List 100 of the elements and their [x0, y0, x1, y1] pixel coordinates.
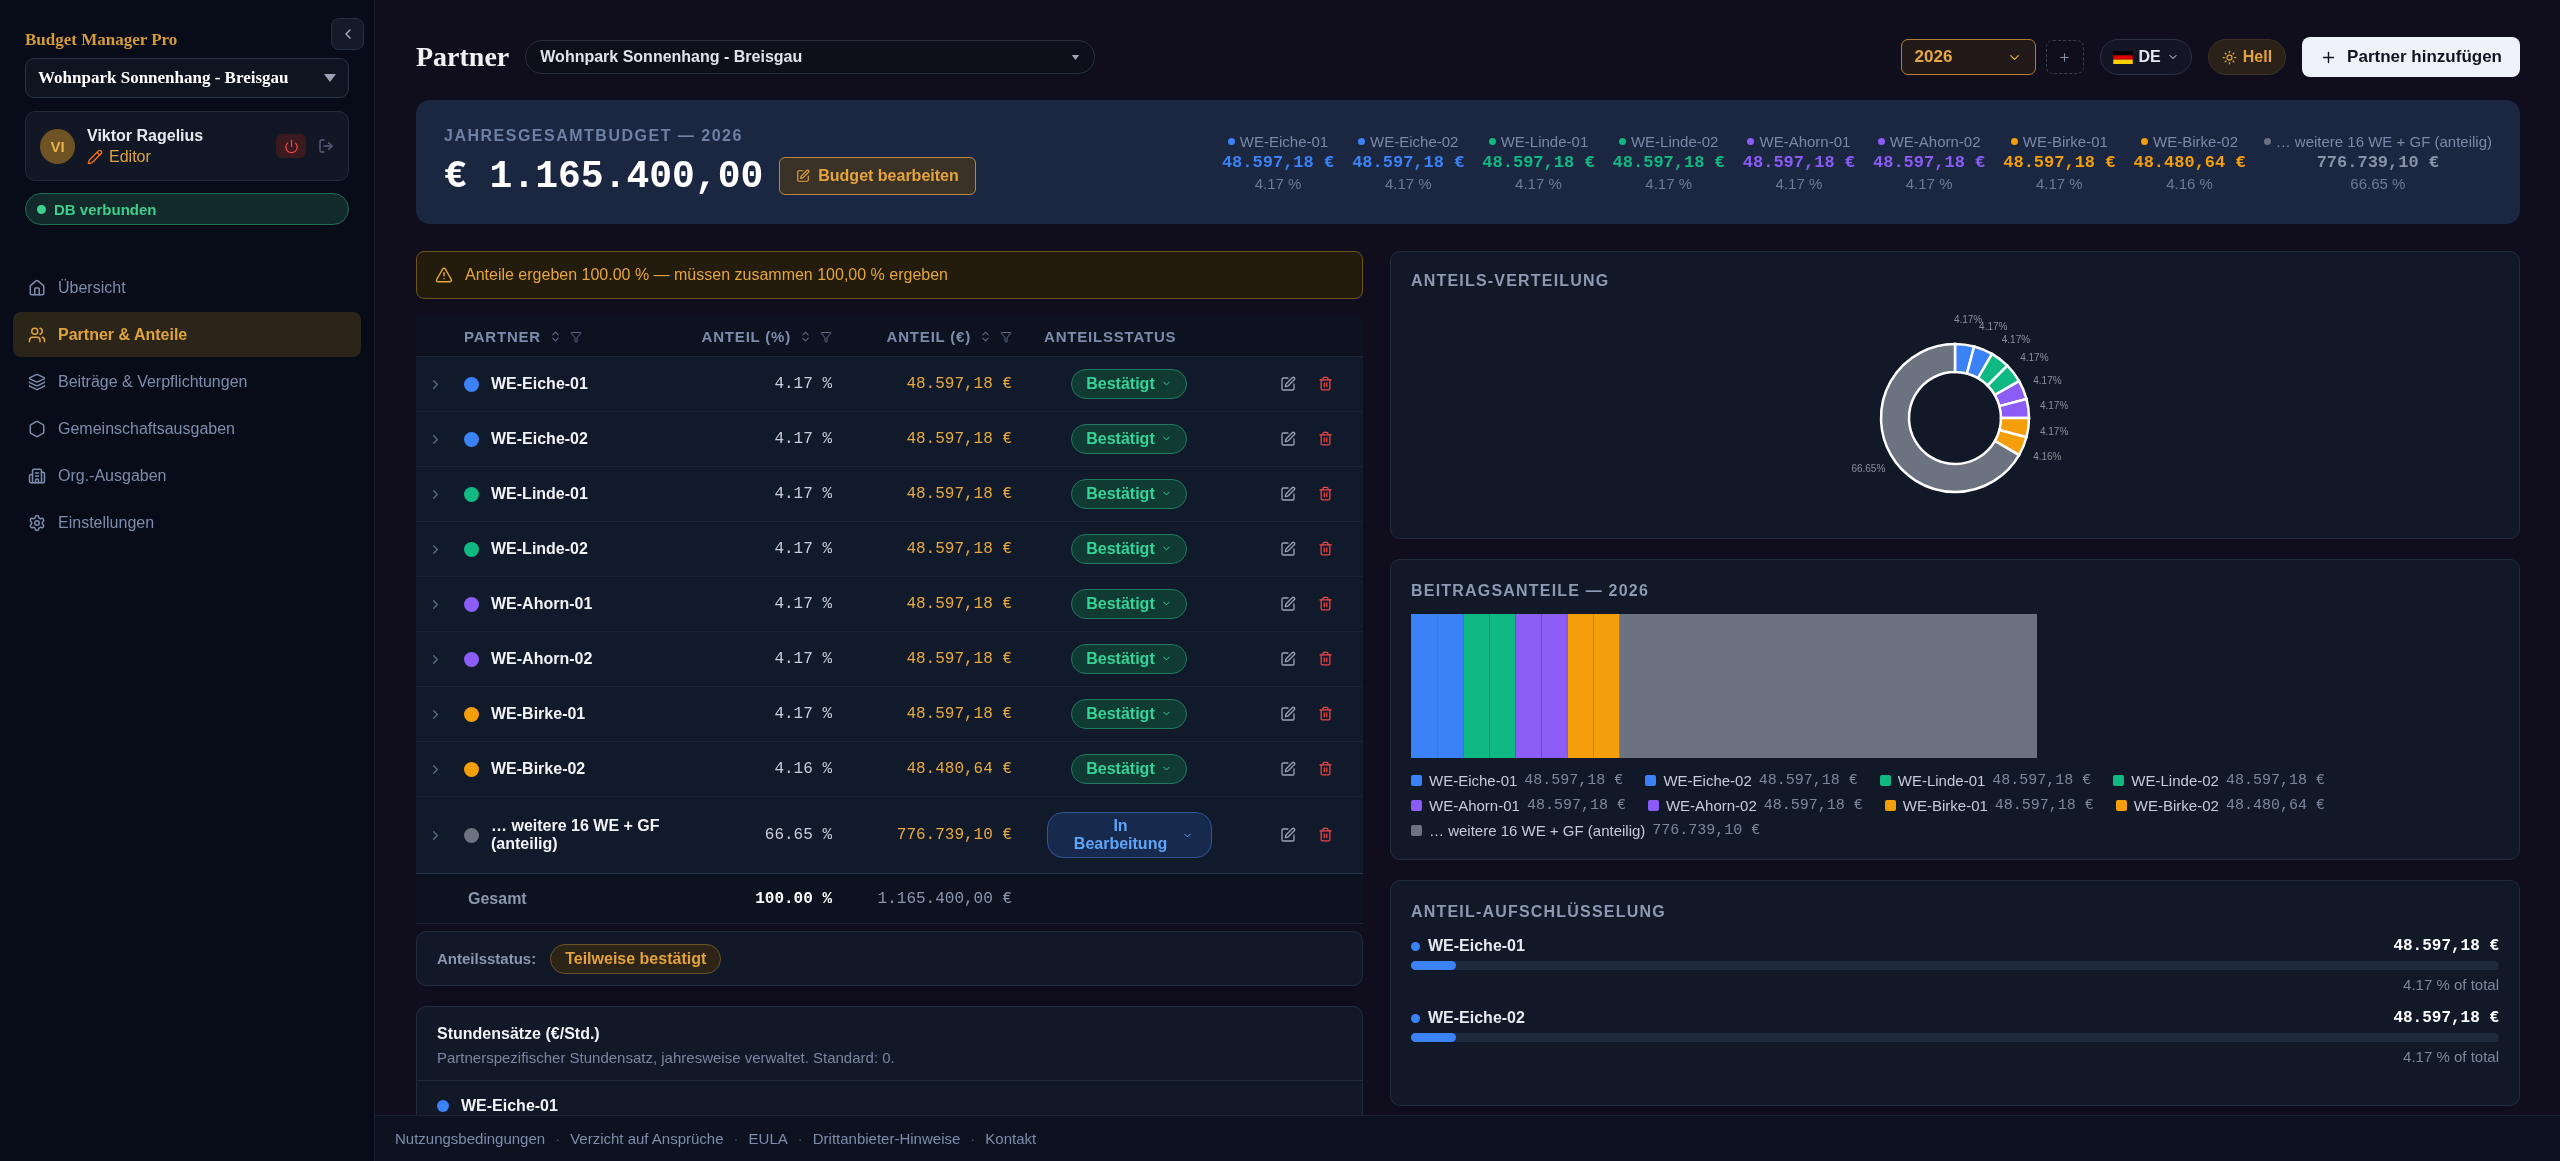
legend-amount: 48.597,18 € — [1524, 772, 1624, 789]
delete-icon[interactable] — [1318, 376, 1333, 391]
delete-icon[interactable] — [1318, 827, 1333, 842]
column-header: ANTEILSSTATUS — [1044, 328, 1177, 345]
sort-icon[interactable] — [979, 330, 992, 343]
share-percent: 4.17 % — [773, 485, 833, 503]
partner-name: WE-Eiche-01 — [461, 1097, 558, 1115]
edit-icon[interactable] — [1280, 706, 1296, 722]
status-dropdown[interactable]: Bestätigt — [1071, 588, 1187, 620]
project-select[interactable]: Wohnpark Sonnenhang - Breisgau — [25, 58, 349, 98]
power-button[interactable] — [276, 134, 306, 158]
hexagon-icon — [28, 419, 46, 438]
language-select[interactable]: DE — [2099, 39, 2192, 75]
footer-link[interactable]: Verzicht auf Ansprüche — [570, 1130, 724, 1147]
theme-toggle-button[interactable]: Hell — [2207, 39, 2287, 75]
add-partner-button[interactable]: Partner hinzufügen — [2302, 37, 2520, 77]
partner-name: WE-Ahorn-01 — [491, 595, 593, 613]
status-dropdown[interactable]: Bestätigt — [1071, 478, 1187, 510]
partner-name: WE-Eiche-02 — [491, 430, 588, 448]
legend-label: WE-Ahorn-02 — [1665, 797, 1757, 814]
slice-label: 4.17% — [2001, 333, 2031, 345]
status-dropdown[interactable]: In Bearbeitung — [1046, 811, 1212, 859]
partner-name: WE-Birke-01 — [2010, 132, 2108, 150]
partner-percent: 4.17 % — [1905, 174, 1953, 192]
status-dropdown[interactable]: Bestätigt — [1071, 753, 1187, 785]
delete-icon[interactable] — [1318, 596, 1333, 611]
share-amount: 48.597,18 € — [905, 485, 1013, 503]
partner-amount: 48.597,18 € — [1612, 152, 1725, 172]
filter-icon[interactable] — [820, 330, 832, 343]
edit-budget-button[interactable]: Budget bearbeiten — [779, 157, 976, 195]
share-amount: 48.597,18 € — [905, 595, 1013, 613]
nav-item[interactable]: Partner & Anteile — [13, 312, 361, 357]
share-percent: 4.16 % — [773, 760, 833, 778]
edit-icon[interactable] — [1280, 541, 1296, 557]
legend-label: WE-Eiche-01 — [1429, 772, 1518, 789]
nav-item[interactable]: Einstellungen — [13, 500, 361, 545]
logout-icon[interactable] — [318, 138, 334, 154]
sort-icon[interactable] — [549, 330, 562, 343]
share-amount: 48.597,18 € — [905, 430, 1013, 448]
app-title: Budget Manager Pro — [25, 30, 178, 50]
delete-icon[interactable] — [1318, 706, 1333, 721]
status-dropdown[interactable]: Bestätigt — [1071, 368, 1187, 400]
user-name: Viktor Ragelius — [87, 126, 205, 145]
legend-label: WE-Ahorn-01 — [1429, 797, 1520, 814]
status-dropdown[interactable]: Bestätigt — [1071, 643, 1187, 675]
warning-text: Anteile ergeben 100.00 % — müssen zusammen 100,00 % ergeben — [465, 266, 948, 284]
share-percent: 4.17 % — [773, 650, 833, 668]
sort-icon[interactable] — [799, 330, 812, 343]
partner-amount: 776.739,10 € — [2316, 152, 2440, 172]
edit-icon[interactable] — [1280, 651, 1296, 667]
edit-icon[interactable] — [1280, 596, 1296, 612]
partner-amount: 48.480,64 € — [2133, 152, 2246, 172]
partner-amount: 48.597,18 € — [1482, 152, 1595, 172]
partner-name: WE-Linde-02 — [491, 540, 588, 558]
caret-icon — [324, 74, 336, 82]
edit-icon[interactable] — [1280, 761, 1296, 777]
card-title: BEITRAGSANTEILE — 2026 — [1411, 582, 1650, 600]
budget-label: JAHRESGESAMTBUDGET — 2026 — [444, 126, 744, 145]
status-dropdown[interactable]: Bestätigt — [1071, 533, 1187, 565]
legend-label: … weitere 16 WE + GF (anteilig) — [1429, 822, 1646, 839]
separator-dot: · — [797, 1130, 803, 1147]
status-dropdown[interactable]: Bestätigt — [1071, 698, 1187, 730]
slice-label: 4.17% — [2033, 374, 2062, 386]
partner-name: WE-Eiche-02 — [1358, 132, 1459, 150]
project-select[interactable]: Wohnpark Sonnenhang - Breisgau — [525, 40, 1096, 74]
delete-icon[interactable] — [1318, 651, 1333, 666]
edit-icon[interactable] — [1280, 431, 1296, 447]
year-select[interactable]: 2026 — [1900, 39, 2036, 75]
footer-link[interactable]: EULA — [748, 1130, 788, 1147]
slice-label: 4.17% — [2039, 426, 2069, 438]
share-amount: 48.480,64 € — [905, 760, 1013, 778]
partner-amount: 48.597,18 € — [2393, 937, 2499, 955]
buildings-icon — [28, 466, 46, 485]
delete-icon[interactable] — [1318, 431, 1333, 446]
share-amount: 776.739,10 € — [895, 826, 1013, 844]
partner-amount: 48.597,18 € — [1873, 152, 1986, 172]
delete-icon[interactable] — [1318, 541, 1333, 556]
legend-label: WE-Birke-02 — [2133, 797, 2219, 814]
total-percent: 100.00 % — [754, 889, 833, 908]
filter-icon[interactable] — [570, 330, 582, 343]
delete-icon[interactable] — [1318, 761, 1333, 776]
filter-icon[interactable] — [1000, 330, 1012, 343]
partner-name: WE-Linde-01 — [491, 485, 588, 503]
status-dropdown[interactable]: Bestätigt — [1071, 423, 1187, 455]
nav-item[interactable]: Beiträge & Verpflichtungen — [13, 359, 361, 404]
footer-link[interactable]: Nutzungsbedingungen — [395, 1130, 546, 1147]
nav-item[interactable]: Übersicht — [13, 265, 361, 310]
footer-link[interactable]: Kontakt — [985, 1130, 1037, 1147]
partner-name: WE-Birke-02 — [491, 760, 586, 778]
nav-item[interactable]: Org.-Ausgaben — [13, 453, 361, 498]
edit-icon[interactable] — [1280, 486, 1296, 502]
nav-item[interactable]: Gemeinschaftsausgaben — [13, 406, 361, 451]
partner-name: WE-Linde-01 — [1488, 132, 1589, 150]
collapse-sidebar-button[interactable] — [331, 18, 364, 50]
edit-icon[interactable] — [1280, 827, 1296, 843]
delete-icon[interactable] — [1318, 486, 1333, 501]
partner-amount: 48.597,18 € — [1221, 152, 1335, 172]
slice-label: 4.17% — [2040, 400, 2069, 412]
edit-icon[interactable] — [1280, 376, 1296, 392]
footer-link[interactable]: Drittanbieter-Hinweise — [812, 1130, 961, 1147]
